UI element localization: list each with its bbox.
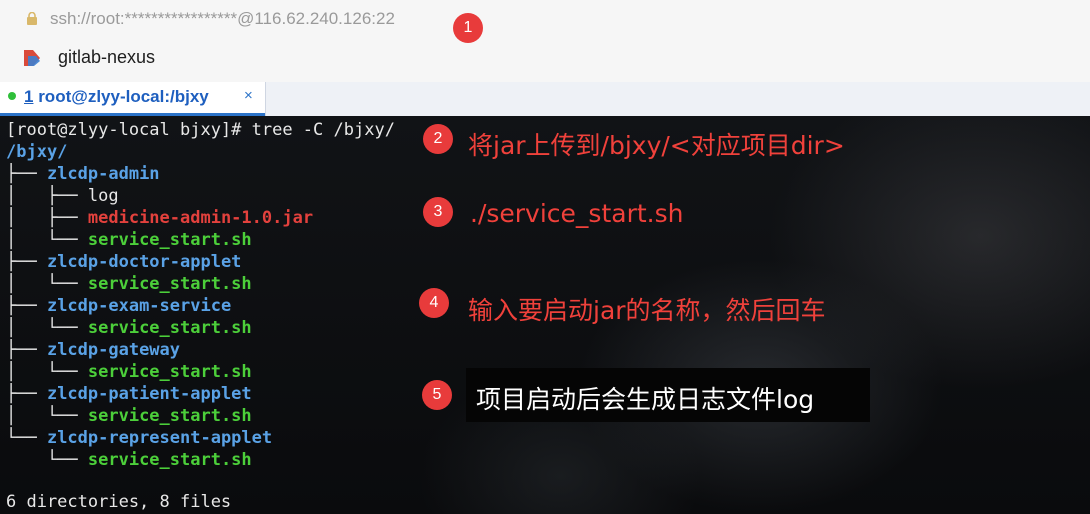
session-bar: gitlab-nexus: [0, 38, 1090, 82]
tree-row: │ └── service_start.sh: [6, 230, 252, 250]
session-link-gitlab-nexus[interactable]: gitlab-nexus: [58, 47, 155, 68]
tree-row: │ ├── medicine-admin-1.0.jar: [6, 208, 314, 228]
annotation-badge-2: 2: [423, 124, 453, 154]
tree-row: ├── zlcdp-admin: [6, 164, 160, 184]
address-bar[interactable]: ssh://root:*****************@116.62.240.…: [0, 0, 1090, 39]
tab-root-session[interactable]: 1 root@zlyy-local:/bjxy ×: [0, 82, 266, 116]
tree-root-dir: /bjxy/: [6, 142, 68, 162]
ssh-url[interactable]: ssh://root:*****************@116.62.240.…: [50, 9, 395, 29]
tab-title: root@zlyy-local:/bjxy: [33, 87, 209, 106]
close-tab-icon[interactable]: ×: [244, 87, 253, 104]
tree-summary: 6 directories, 8 files: [6, 492, 232, 512]
connected-status-icon: [8, 92, 16, 100]
tree-row: ├── zlcdp-gateway: [6, 340, 181, 360]
annotation-text-2: 将jar上传到/bjxy/<对应项目dir>: [468, 131, 845, 160]
terminal-command-line: [root@zlyy-local bjxy]# tree -C /bjxy/: [6, 120, 395, 140]
tree-row: ├── zlcdp-patient-applet: [6, 384, 252, 404]
annotation-badge-5: 5: [422, 380, 452, 410]
tree-row: │ ├── log: [6, 186, 119, 206]
tree-row: │ └── service_start.sh: [6, 274, 252, 294]
tree-row: ├── zlcdp-exam-service: [6, 296, 232, 316]
annotation-text-4: 输入要启动jar的名称，然后回车: [468, 296, 826, 325]
annotation-text-5: 项目启动后会生成日志文件log: [476, 385, 815, 414]
tree-row: │ └── service_start.sh: [6, 318, 252, 338]
annotation-text-3: ./service_start.sh: [470, 199, 684, 228]
tree-row: └── service_start.sh: [6, 450, 252, 470]
annotation-badge-1: 1: [453, 13, 483, 43]
annotation-badge-4: 4: [419, 288, 449, 318]
lock-icon: [27, 12, 37, 25]
annotation-badge-3: 3: [423, 197, 453, 227]
tree-row: │ └── service_start.sh: [6, 406, 252, 426]
tab-label: 1 root@zlyy-local:/bjxy: [24, 87, 209, 107]
tab-strip: 1 root@zlyy-local:/bjxy ×: [0, 82, 1090, 116]
session-flag-icon: [24, 50, 40, 66]
tree-row: ├── zlcdp-doctor-applet: [6, 252, 242, 272]
tree-row: └── zlcdp-represent-applet: [6, 428, 273, 448]
tree-row: │ └── service_start.sh: [6, 362, 252, 382]
